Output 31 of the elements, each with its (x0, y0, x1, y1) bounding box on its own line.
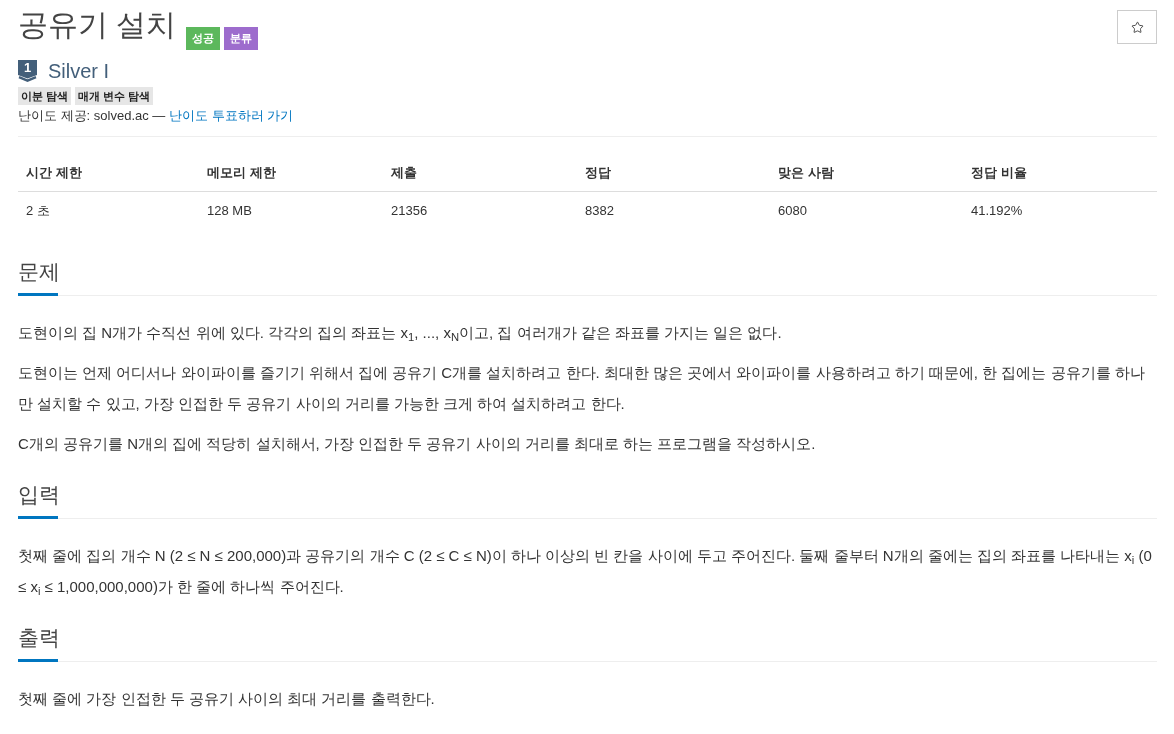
status-badge: 성공 (186, 27, 221, 50)
vote-link[interactable]: 난이도 투표하러 가기 (169, 108, 294, 123)
table-header-cell-text: 메모리 제한 (206, 164, 277, 182)
paragraph: 도현이는 언제 어디서나 와이파이를 즐기기 위해서 집에 공유기 C개를 설치하려고 한다. 최대한 많은 곳에서 와이파이를 사용하려고 하기 때문에, 한 집에는 공유기를 하나만 설치할 수 있고, 가장 인접한 두 공유기 사이의 거리를 가능한 크게 하여 설치하려고 한다. (18, 363, 1146, 414)
table-header-cell-text: 제출 (390, 164, 418, 182)
tag[interactable]: 매개 변수 탐색 (75, 87, 154, 105)
tier-badge: 1 (18, 60, 37, 82)
paragraph: 첫째 줄에 가장 인접한 두 공유기 사이의 최대 거리를 출력한다. (18, 689, 436, 709)
table-header-cell-text: 정답 (584, 164, 612, 182)
table-cell-text: 6080 (777, 202, 808, 220)
star-button[interactable] (1117, 10, 1157, 44)
table-header-cell-text: 시간 제한 (25, 164, 83, 182)
difficulty-credit: 난이도 제공: solved.ac — 난이도 투표하러 가기 (18, 107, 295, 125)
table-cell-text: 2 초 (25, 202, 51, 220)
table-cell-text: 128 MB (206, 202, 253, 220)
problem-title: 공유기 설치 (18, 7, 177, 43)
table-cell-text: 41.192% (970, 202, 1024, 220)
section-heading: 입력 (18, 482, 61, 508)
paragraph: C개의 공유기를 N개의 집에 적당히 설치해서, 가장 인접한 두 공유기 사이의 거리를 최대로 하는 프로그램을 작성하시오. (18, 434, 817, 454)
star-icon (1130, 20, 1144, 34)
tier-name: Silver I (48, 59, 110, 83)
tag[interactable]: 이분 탐색 (18, 87, 72, 105)
section-heading: 출력 (18, 625, 61, 651)
section-heading: 문제 (18, 259, 61, 285)
paragraph: 도현이의 집 N개가 수직선 위에 있다. 각각의 집의 좌표는 x$_{1}$, ..., x$_{N}$이고, 집 여러개가 같은 좌표를 가지는 일은 없다. (18, 323, 783, 345)
paragraph: 첫째 줄에 집의 개수 N (2 ≤ N ≤ 200,000)과 공유기의 개수 C (2 ≤ C ≤ N)이 하나 이상의 빈 칸을 사이에 두고 주어진다. 둘째 줄부터 N개의 줄에는 집의 좌표를 나타내는 x$_{i}$ (0 ≤ x$_{i}$ ≤ 1,000,000,000)가 한 줄에 하나씩 주어진다. (18, 546, 1153, 599)
table-cell-text: 8382 (584, 202, 615, 220)
table-header-cell-text: 정답 비율 (970, 164, 1028, 182)
table-header-cell-text: 맞은 사람 (777, 164, 835, 182)
table-cell-text: 21356 (390, 202, 429, 220)
category-badge[interactable]: 분류 (224, 27, 259, 50)
